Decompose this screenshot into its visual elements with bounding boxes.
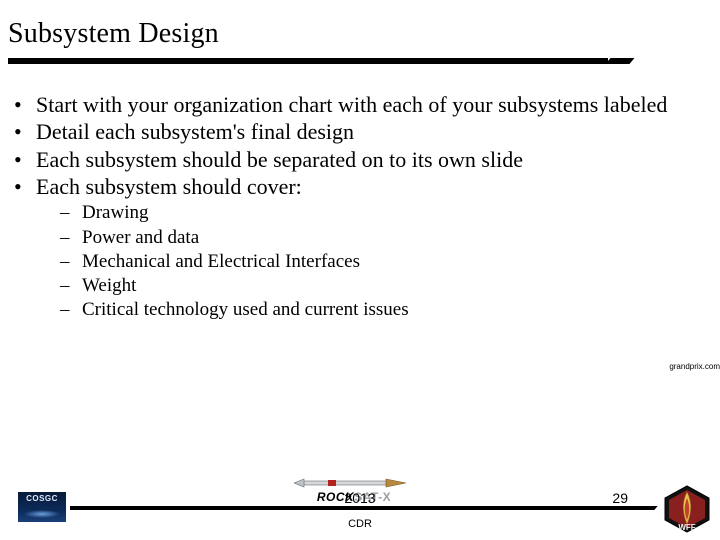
- bullet-icon: •: [14, 147, 36, 172]
- sub-bullet-text: Power and data: [82, 226, 706, 250]
- dash-icon: –: [60, 250, 82, 274]
- bullet-icon: •: [14, 92, 36, 117]
- page-number: 29: [612, 490, 628, 506]
- body: • Start with your organization chart wit…: [14, 92, 706, 323]
- footer-label: CDR: [0, 518, 720, 530]
- sub-bullet-item: – Power and data: [60, 226, 706, 250]
- title-rule-tail: [605, 58, 634, 64]
- bullet-item: • Each subsystem should cover:: [14, 174, 706, 199]
- footer: COSGC ROCKSAT-X 2013 CDR 29 WFF: [0, 476, 720, 540]
- wff-logo-icon: WFF: [662, 484, 712, 534]
- logo-right-text: WFF: [678, 523, 695, 532]
- sub-bullet-item: – Mechanical and Electrical Interfaces: [60, 250, 706, 274]
- sub-bullet-text: Drawing: [82, 201, 706, 225]
- bullet-text: Each subsystem should cover:: [36, 174, 706, 199]
- dash-icon: –: [60, 274, 82, 298]
- sub-bullet-item: – Weight: [60, 274, 706, 298]
- title-rule: [8, 58, 608, 64]
- dash-icon: –: [60, 201, 82, 225]
- sub-bullet-text: Critical technology used and current iss…: [82, 298, 706, 322]
- rocket-icon: [294, 476, 414, 490]
- title-block: Subsystem Design: [8, 18, 712, 50]
- bullet-icon: •: [14, 174, 36, 199]
- bullet-icon: •: [14, 119, 36, 144]
- sub-bullet-text: Mechanical and Electrical Interfaces: [82, 250, 706, 274]
- image-citation: grandprix.com: [669, 362, 720, 371]
- bullet-text: Each subsystem should be separated on to…: [36, 147, 706, 172]
- sub-bullet-item: – Drawing: [60, 201, 706, 225]
- logo-right: WFF: [662, 484, 712, 534]
- slide: Subsystem Design • Start with your organ…: [0, 0, 720, 540]
- slide-title: Subsystem Design: [8, 18, 712, 50]
- bullet-text: Start with your organization chart with …: [36, 92, 706, 117]
- sub-bullet-text: Weight: [82, 274, 706, 298]
- dash-icon: –: [60, 298, 82, 322]
- dash-icon: –: [60, 226, 82, 250]
- bullet-item: • Detail each subsystem's final design: [14, 119, 706, 144]
- bullet-item: • Each subsystem should be separated on …: [14, 147, 706, 172]
- footer-rule: [70, 506, 640, 510]
- sub-bullet-item: – Critical technology used and current i…: [60, 298, 706, 322]
- bullet-text: Detail each subsystem's final design: [36, 119, 706, 144]
- bullet-item: • Start with your organization chart wit…: [14, 92, 706, 117]
- sub-bullets: – Drawing – Power and data – Mechanical …: [60, 201, 706, 323]
